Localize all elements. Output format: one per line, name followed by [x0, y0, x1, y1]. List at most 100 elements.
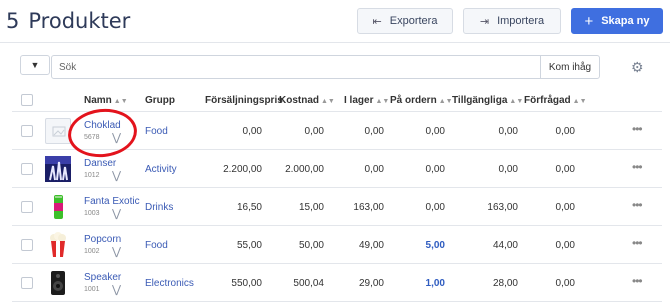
- requested-cell: 0,00: [555, 164, 575, 175]
- price-cell: 16,50: [236, 202, 262, 213]
- more-icon[interactable]: •••: [632, 122, 643, 136]
- product-code: 1003: [84, 210, 100, 217]
- select-all-checkbox[interactable]: [21, 94, 33, 106]
- col-stock[interactable]: I lager ▲▼: [344, 95, 389, 106]
- product-group[interactable]: Activity: [145, 164, 177, 175]
- ordered-cell: 0,00: [425, 164, 445, 175]
- sort-icon: ▲▼: [113, 98, 128, 105]
- product-code: 1002: [84, 248, 100, 255]
- import-button[interactable]: ⇥ Importera: [463, 8, 561, 34]
- cost-cell: 0,00: [304, 126, 324, 137]
- table-row[interactable]: Popcorn 1002 ⋁ Food 55,00 50,00 49,00 5,…: [12, 226, 662, 264]
- more-icon[interactable]: •••: [632, 236, 643, 250]
- product-name[interactable]: Speaker: [84, 272, 121, 283]
- import-label: Importera: [497, 15, 545, 27]
- price-cell: 2.200,00: [223, 164, 262, 175]
- create-new-label: Skapa ny: [601, 15, 650, 27]
- available-cell: 44,00: [492, 240, 518, 251]
- price-cell: 550,00: [231, 278, 262, 289]
- table-row[interactable]: Speaker 1001 ⋁ Electronics 550,00 500,04…: [12, 264, 662, 302]
- product-thumbnail: [45, 194, 71, 220]
- product-name[interactable]: Popcorn: [84, 234, 121, 245]
- ordered-cell[interactable]: 5,00: [390, 240, 445, 251]
- ordered-cell: 0,00: [425, 202, 445, 213]
- product-group[interactable]: Food: [145, 126, 168, 137]
- page-title-text: Produkter: [28, 9, 131, 33]
- sort-icon: ▲▼: [438, 98, 453, 105]
- available-cell: 163,00: [487, 202, 518, 213]
- requested-cell: 0,00: [555, 202, 575, 213]
- stock-cell: 29,00: [358, 278, 384, 289]
- expand-chevron-icon[interactable]: ⋁: [112, 283, 121, 296]
- product-count: 5: [6, 9, 20, 33]
- available-cell: 28,00: [492, 278, 518, 289]
- cost-cell: 500,04: [293, 278, 324, 289]
- image-placeholder-icon: [45, 118, 71, 144]
- chevron-down-icon: ▼: [30, 60, 40, 70]
- more-icon[interactable]: •••: [632, 198, 643, 212]
- row-checkbox[interactable]: [21, 277, 33, 289]
- expand-chevron-icon[interactable]: ⋁: [112, 245, 121, 258]
- sort-icon: ▲▼: [572, 98, 587, 105]
- col-requested[interactable]: Förfrågad ▲▼: [524, 95, 587, 106]
- col-price[interactable]: Försäljningspris: [205, 95, 283, 106]
- col-cost[interactable]: Kostnad ▲▼: [279, 95, 335, 106]
- row-checkbox[interactable]: [21, 163, 33, 175]
- expand-chevron-icon[interactable]: ⋁: [112, 169, 121, 182]
- product-code: 1012: [84, 172, 100, 179]
- plus-icon: +: [584, 12, 594, 30]
- product-code: 1001: [84, 286, 100, 293]
- search-input[interactable]: Sök: [51, 55, 587, 79]
- col-group[interactable]: Grupp: [145, 95, 175, 106]
- gear-icon[interactable]: ⚙: [631, 59, 644, 76]
- export-label: Exportera: [389, 15, 438, 27]
- col-ordered[interactable]: På ordern ▲▼: [390, 95, 453, 106]
- price-cell: 0,00: [242, 126, 262, 137]
- row-checkbox[interactable]: [21, 125, 33, 137]
- row-checkbox[interactable]: [21, 201, 33, 213]
- stock-cell: 0,00: [364, 126, 384, 137]
- export-icon: ⇤: [372, 15, 382, 28]
- sort-icon: ▲▼: [509, 98, 524, 105]
- stock-cell: 49,00: [358, 240, 384, 251]
- requested-cell: 0,00: [555, 240, 575, 251]
- remember-button[interactable]: Kom ihåg: [540, 55, 600, 79]
- table-row[interactable]: Fanta Exotic 1003 ⋁ Drinks 16,50 15,00 1…: [12, 188, 662, 226]
- product-group[interactable]: Food: [145, 240, 168, 251]
- create-new-button[interactable]: + Skapa ny: [571, 8, 663, 34]
- search-placeholder: Sök: [59, 62, 77, 73]
- page-header: 5 Produkter ⇤ Exportera ⇥ Importera + Ska…: [0, 0, 670, 44]
- row-checkbox[interactable]: [21, 239, 33, 251]
- col-available[interactable]: Tillgängliga ▲▼: [452, 95, 523, 106]
- stock-cell: 163,00: [353, 202, 384, 213]
- filter-dropdown[interactable]: ▼: [20, 55, 50, 75]
- requested-cell: 0,00: [555, 126, 575, 137]
- ordered-cell[interactable]: 1,00: [390, 278, 445, 289]
- product-group[interactable]: Electronics: [145, 278, 194, 289]
- col-name[interactable]: Namn ▲▼: [84, 95, 128, 106]
- more-icon[interactable]: •••: [632, 274, 643, 288]
- ordered-cell: 0,00: [425, 126, 445, 137]
- available-cell: 0,00: [498, 126, 518, 137]
- page-title: 5 Produkter: [6, 9, 130, 33]
- requested-cell: 0,00: [555, 278, 575, 289]
- stock-cell: 0,00: [364, 164, 384, 175]
- sort-icon: ▲▼: [321, 98, 335, 105]
- product-thumbnail: [45, 270, 71, 296]
- product-thumbnail: [45, 232, 71, 258]
- sort-icon: ▲▼: [375, 98, 390, 105]
- export-button[interactable]: ⇤ Exportera: [357, 8, 453, 34]
- import-icon: ⇥: [479, 15, 490, 28]
- price-cell: 55,00: [236, 240, 262, 251]
- product-name[interactable]: Danser: [84, 158, 116, 169]
- cost-cell: 2.000,00: [285, 164, 324, 175]
- cost-cell: 15,00: [298, 202, 324, 213]
- expand-chevron-icon[interactable]: ⋁: [112, 207, 121, 220]
- available-cell: 0,00: [498, 164, 518, 175]
- product-thumbnail: [45, 156, 71, 182]
- product-name[interactable]: Fanta Exotic: [84, 196, 140, 207]
- more-icon[interactable]: •••: [632, 160, 643, 174]
- product-group[interactable]: Drinks: [145, 202, 173, 213]
- header-divider: [0, 42, 670, 43]
- cost-cell: 50,00: [298, 240, 324, 251]
